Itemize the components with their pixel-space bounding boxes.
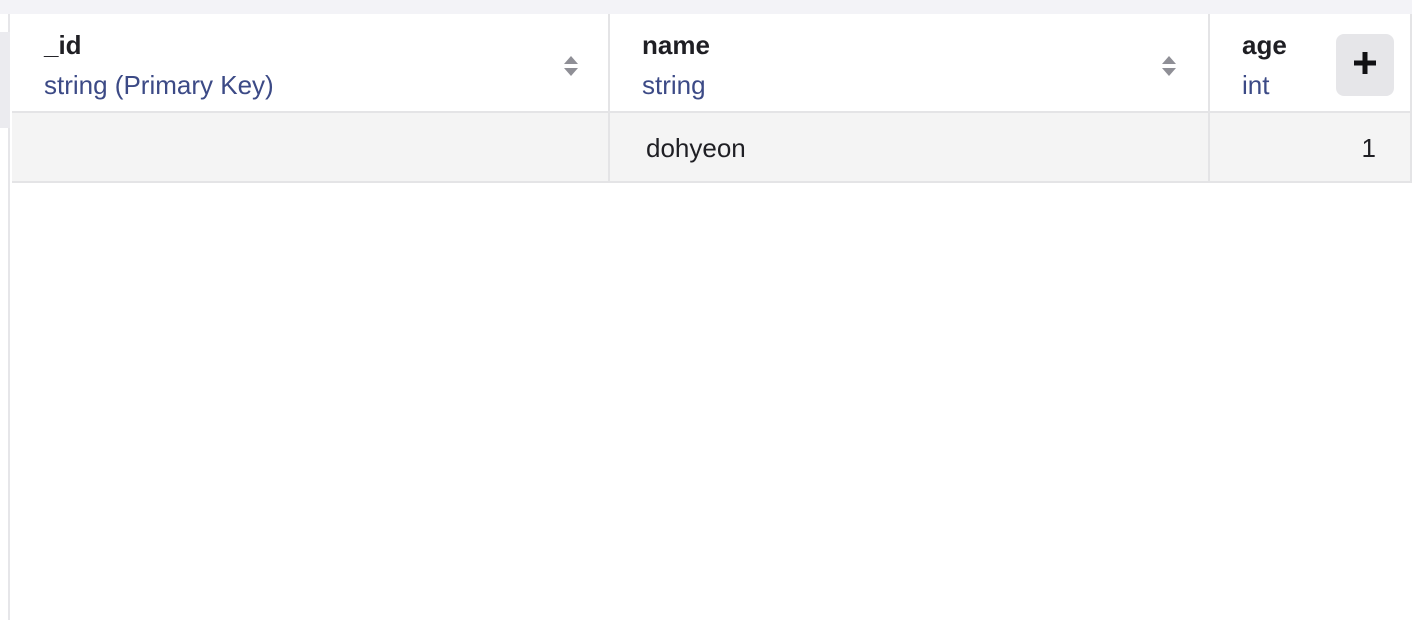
sort-icon[interactable] <box>1160 54 1178 78</box>
table-view: _id string (Primary Key) name string age… <box>0 0 1412 620</box>
column-name: _id <box>44 30 82 60</box>
column-header-row: _id string (Primary Key) name string age… <box>12 14 1412 113</box>
plus-icon <box>1352 50 1378 81</box>
top-toolbar-strip <box>0 0 1412 14</box>
add-column-button[interactable] <box>1336 34 1394 96</box>
cell-id[interactable] <box>12 113 610 181</box>
header-gutter-cell <box>0 32 10 128</box>
column-type: int <box>1242 70 1270 100</box>
column-name: name <box>642 30 710 60</box>
data-grid: _id string (Primary Key) name string age… <box>12 14 1412 620</box>
row-gutter <box>0 14 10 620</box>
cell-value: dohyeon <box>646 133 746 163</box>
cell-value: 1 <box>1361 133 1376 163</box>
column-header-id[interactable]: _id string (Primary Key) <box>12 14 610 111</box>
cell-name[interactable]: dohyeon <box>610 113 1210 181</box>
table-row[interactable]: dohyeon 1 <box>12 113 1412 183</box>
column-type: string (Primary Key) <box>44 70 274 100</box>
column-name: age <box>1242 30 1287 60</box>
sort-icon[interactable] <box>562 54 580 78</box>
column-type: string <box>642 70 706 100</box>
cell-age[interactable]: 1 <box>1210 113 1412 181</box>
column-header-name[interactable]: name string <box>610 14 1210 111</box>
column-header-age[interactable]: age int <box>1210 14 1412 111</box>
